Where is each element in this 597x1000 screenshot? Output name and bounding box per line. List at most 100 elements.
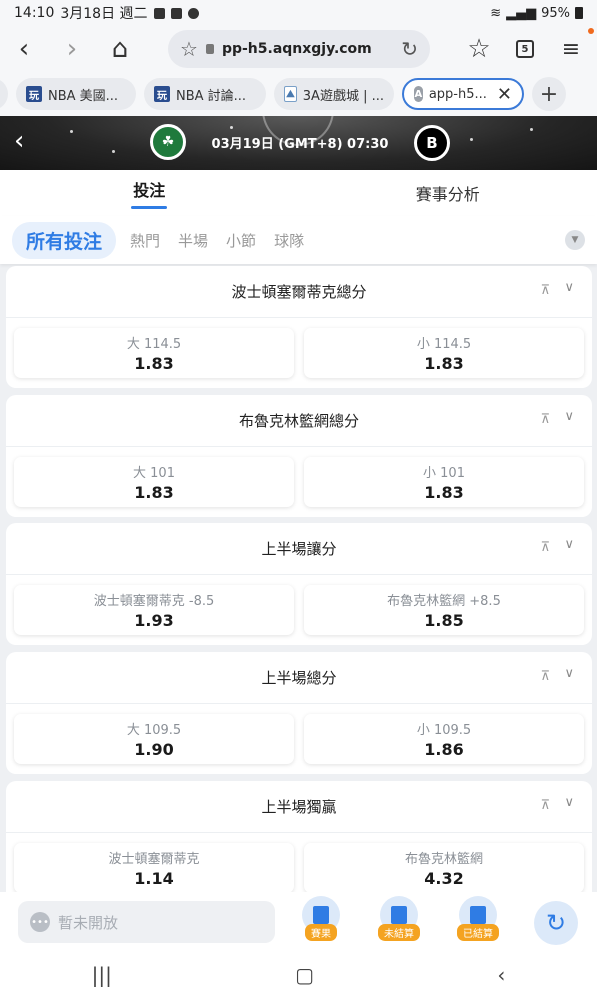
- tab-bets[interactable]: 投注: [0, 170, 299, 216]
- url-text[interactable]: pp-h5.aqnxgjy.com: [222, 41, 372, 57]
- back-icon[interactable]: ‹: [14, 126, 24, 156]
- pin-top-icon[interactable]: ⊼: [540, 798, 550, 813]
- market-card: 上半場獨贏 ⊼ ∨ 波士頓塞爾蒂克 1.14 布魯克林籃網 4.32: [6, 781, 592, 892]
- browser-tab[interactable]: 玩 NBA 討論...: [144, 78, 266, 110]
- tab-analysis[interactable]: 賽事分析: [299, 170, 597, 216]
- market-title[interactable]: 波士頓塞爾蒂克總分: [6, 266, 592, 318]
- filter-hot[interactable]: 熱門: [130, 230, 160, 251]
- option-label: 布魯克林籃網: [404, 852, 483, 867]
- tab-label: 3A遊戲城 | ...: [302, 88, 384, 104]
- settled-button[interactable]: 已結算: [455, 896, 501, 946]
- match-header: ‹ ☘ 03月19日 (GMT+8) 07:30 B: [0, 116, 597, 170]
- tab-hidden[interactable]: [0, 78, 8, 110]
- filter-half[interactable]: 半場: [178, 230, 208, 251]
- recent-apps-icon[interactable]: |||: [92, 963, 112, 987]
- chat-bubble-icon: •••: [30, 912, 50, 932]
- back-arrow-icon[interactable]: ‹: [0, 26, 48, 72]
- results-button[interactable]: 賽果: [298, 896, 344, 946]
- chevron-down-icon[interactable]: ∨: [564, 666, 574, 681]
- option-odds: 1.83: [424, 483, 464, 502]
- market-card: 上半場總分 ⊼ ∨ 大 109.5 1.90 小 109.5 1.86: [6, 652, 592, 774]
- tab-favicon: 玩: [26, 86, 42, 102]
- menu-icon[interactable]: ≡: [551, 26, 594, 72]
- tab-favicon: A: [414, 86, 423, 102]
- market-title[interactable]: 布魯克林籃網總分: [6, 395, 592, 447]
- bet-option[interactable]: 大 101 1.83: [14, 457, 294, 507]
- bet-option[interactable]: 布魯克林籃網 4.32: [304, 843, 584, 892]
- filter-team[interactable]: 球隊: [274, 230, 304, 251]
- refresh-icon[interactable]: ↻: [534, 901, 578, 945]
- filter-all[interactable]: 所有投注: [12, 221, 117, 259]
- option-label: 大 101: [133, 466, 175, 481]
- home-icon[interactable]: ⌂: [96, 26, 144, 72]
- lock-icon: [205, 44, 214, 54]
- pin-top-icon[interactable]: ⊼: [540, 540, 550, 555]
- browser-tab[interactable]: ⛰ 3A遊戲城 | ...: [274, 78, 394, 110]
- status-time: 14:10: [14, 5, 55, 21]
- sparkle: [230, 126, 233, 129]
- forward-arrow-icon[interactable]: ›: [48, 26, 96, 72]
- market-card: 波士頓塞爾蒂克總分 ⊼ ∨ 大 114.5 1.83 小 114.5 1.83: [6, 266, 592, 388]
- bottom-bar: ••• 暫未開放 賽果 未結算 已結算 ↻: [0, 892, 597, 950]
- option-odds: 4.32: [424, 869, 464, 888]
- market-list: 波士頓塞爾蒂克總分 ⊼ ∨ 大 114.5 1.83 小 114.5 1.83 布魯…: [0, 264, 597, 892]
- toolbar-right: ☆ 5 ≡: [459, 26, 594, 72]
- closed-input[interactable]: ••• 暫未開放: [18, 901, 275, 943]
- calendar-check-icon: [470, 906, 486, 924]
- browser-tab[interactable]: 玩 NBA 美國...: [16, 78, 136, 110]
- chevron-down-icon[interactable]: ∨: [564, 280, 574, 295]
- unsettled-button[interactable]: 未結算: [376, 896, 422, 946]
- option-odds: 1.83: [134, 354, 174, 373]
- close-tab-icon[interactable]: ✕: [497, 84, 512, 105]
- unsettled-label: 未結算: [378, 924, 420, 941]
- app-root: 14:10 3月18日 週二 ≋ ▂▄▆ 95% ‹ › ⌂ ☆ pp-h5.a…: [0, 0, 597, 1000]
- results-label: 賽果: [305, 924, 337, 941]
- option-label: 小 101: [423, 466, 465, 481]
- menu-badge-dot: [588, 28, 594, 34]
- image-favicon-icon: ⛰: [284, 86, 297, 102]
- bet-option[interactable]: 波士頓塞爾蒂克 1.14: [14, 843, 294, 892]
- sparkle: [112, 150, 115, 153]
- gallery-icon: [153, 7, 165, 19]
- filter-quarter[interactable]: 小節: [226, 230, 256, 251]
- active-tab-underline: [131, 206, 168, 209]
- chevron-down-icon[interactable]: ∨: [564, 795, 574, 810]
- status-bar: 14:10 3月18日 週二 ≋ ▂▄▆ 95%: [0, 0, 597, 26]
- tab-label: NBA 討論...: [176, 88, 247, 104]
- bet-option[interactable]: 布魯克林籃網 +8.5 1.85: [304, 585, 584, 635]
- market-title[interactable]: 上半場總分: [6, 652, 592, 704]
- chevron-down-icon[interactable]: ∨: [564, 537, 574, 552]
- sparkle: [470, 138, 473, 141]
- new-tab-icon[interactable]: +: [532, 77, 566, 111]
- address-bar[interactable]: ☆ pp-h5.aqnxgjy.com ↻: [168, 30, 430, 68]
- market-card: 布魯克林籃網總分 ⊼ ∨ 大 101 1.83 小 101 1.83: [6, 395, 592, 517]
- bet-option[interactable]: 大 114.5 1.83: [14, 328, 294, 378]
- chevron-down-icon[interactable]: ∨: [564, 409, 574, 424]
- option-label: 大 109.5: [126, 723, 182, 738]
- pin-top-icon[interactable]: ⊼: [540, 412, 550, 427]
- bet-option[interactable]: 大 109.5 1.90: [14, 714, 294, 764]
- bet-option[interactable]: 小 114.5 1.83: [304, 328, 584, 378]
- option-odds: 1.93: [134, 611, 174, 630]
- reload-icon[interactable]: ↻: [401, 37, 418, 61]
- match-datetime: 03月19日 (GMT+8) 07:30: [211, 137, 389, 152]
- signal-icon: ▂▄▆: [506, 5, 537, 21]
- tabs-button[interactable]: 5: [505, 26, 545, 72]
- bet-option[interactable]: 小 101 1.83: [304, 457, 584, 507]
- pin-top-icon[interactable]: ⊼: [540, 669, 550, 684]
- bookmarks-icon[interactable]: ☆: [459, 26, 499, 72]
- expand-filters-chevron-icon[interactable]: ▼: [565, 230, 585, 250]
- bet-option[interactable]: 小 109.5 1.86: [304, 714, 584, 764]
- system-nav-bar: ||| ▢ ‹: [0, 950, 597, 1000]
- bet-option[interactable]: 波士頓塞爾蒂克 -8.5 1.93: [14, 585, 294, 635]
- market-title[interactable]: 上半場讓分: [6, 523, 592, 575]
- home-button-icon[interactable]: ▢: [295, 963, 314, 987]
- market-card: 上半場讓分 ⊼ ∨ 波士頓塞爾蒂克 -8.5 1.93 布魯克林籃網 +8.5 1.…: [6, 523, 592, 645]
- browser-tab-active[interactable]: A app-h5... ✕: [402, 78, 524, 110]
- market-title[interactable]: 上半場獨贏: [6, 781, 592, 833]
- option-label: 波士頓塞爾蒂克 -8.5: [93, 594, 215, 609]
- bookmark-star-icon[interactable]: ☆: [180, 37, 198, 61]
- pin-top-icon[interactable]: ⊼: [540, 283, 550, 298]
- system-back-icon[interactable]: ‹: [497, 963, 505, 987]
- option-label: 波士頓塞爾蒂克: [108, 852, 200, 867]
